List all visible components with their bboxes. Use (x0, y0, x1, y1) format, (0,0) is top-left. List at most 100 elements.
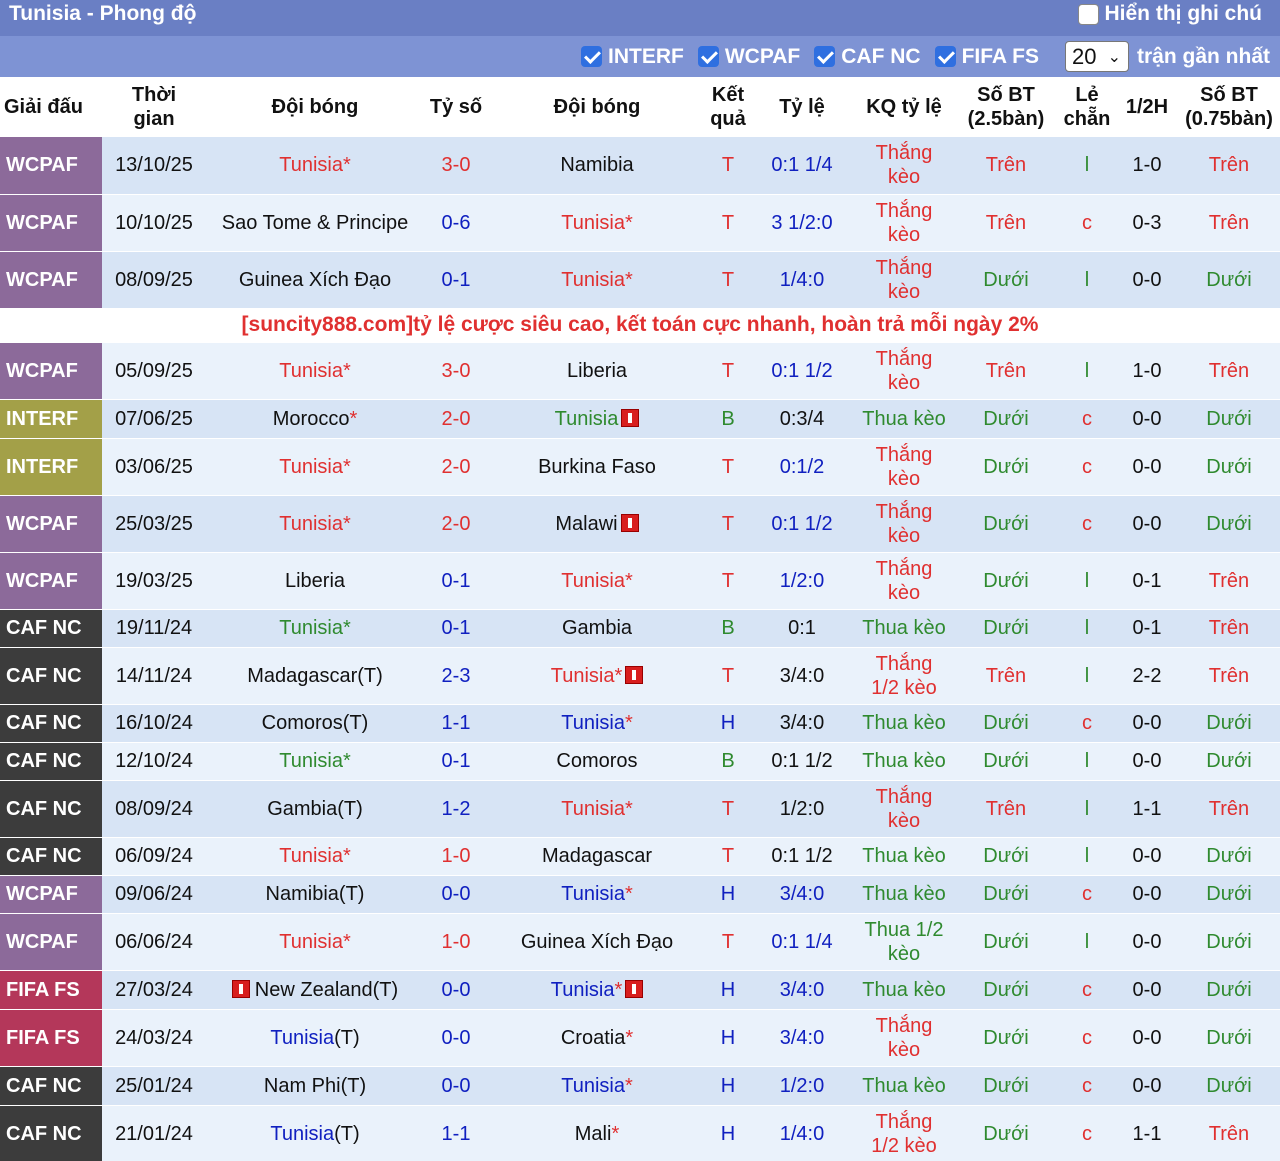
filter-fifa-fs-checkbox[interactable] (934, 46, 956, 67)
league-name[interactable]: CAF NC (6, 1123, 82, 1145)
odds-value[interactable]: 3/4:0 (780, 665, 824, 687)
promo-row[interactable]: [suncity888.com]tỷ lệ cược siêu cao, kết… (0, 308, 1280, 343)
league-name[interactable]: CAF NC (6, 1075, 82, 1097)
home-team[interactable]: Gambia(T) (267, 798, 363, 820)
home-team[interactable]: Liberia (285, 570, 345, 592)
score[interactable]: 0-1 (442, 617, 471, 639)
score[interactable]: 1-2 (442, 798, 471, 820)
away-team[interactable]: Madagascar (542, 845, 652, 867)
home-team[interactable]: Tunisia (279, 750, 343, 772)
odds-value[interactable]: 0:1 1/4 (771, 154, 832, 176)
promo-link[interactable]: [suncity888.com]tỷ lệ cược siêu cao, kết… (0, 308, 1280, 343)
odds-value[interactable]: 0:1 1/2 (771, 513, 832, 535)
score[interactable]: 0-1 (442, 570, 471, 592)
away-team[interactable]: Tunisia (561, 798, 625, 820)
score[interactable]: 0-1 (442, 269, 471, 291)
league-name[interactable]: CAF NC (6, 712, 82, 734)
odds-value[interactable]: 3 1/2:0 (771, 212, 832, 234)
odds-value[interactable]: 0:1/2 (780, 456, 824, 478)
table-row[interactable]: WCPAF 05/09/25 Tunisia* 3-0 Liberia T 0:1 1/2 T… (0, 342, 1280, 400)
home-team[interactable]: Nam Phi(T) (264, 1075, 366, 1097)
league-name[interactable]: CAF NC (6, 798, 82, 820)
odds-value[interactable]: 3/4:0 (780, 1027, 824, 1049)
league-name[interactable]: INTERF (6, 456, 78, 478)
league-name[interactable]: CAF NC (6, 665, 82, 687)
away-team[interactable]: Gambia (562, 617, 632, 639)
home-team[interactable]: Tunisia (270, 1027, 334, 1049)
odds-value[interactable]: 1/4:0 (780, 1123, 824, 1145)
odds-value[interactable]: 0:1 1/4 (771, 931, 832, 953)
home-team[interactable]: Morocco (273, 408, 350, 430)
odds-value[interactable]: 0:3/4 (780, 408, 824, 430)
home-team[interactable]: New Zealand(T) (255, 979, 398, 1001)
table-row[interactable]: WCPAF 09/06/24 Namibia(T) 0-0 Tunisia* H 3/4:0… (0, 875, 1280, 914)
odds-value[interactable]: 1/2:0 (780, 570, 824, 592)
home-team[interactable]: Tunisia (270, 1123, 334, 1145)
away-team[interactable]: Tunisia (555, 408, 619, 430)
score[interactable]: 0-0 (442, 979, 471, 1001)
score[interactable]: 3-0 (442, 360, 471, 382)
away-team[interactable]: Tunisia (561, 212, 625, 234)
away-team[interactable]: Comoros (556, 750, 637, 772)
table-row[interactable]: INTERF 07/06/25 Morocco* 2-0 Tunisia B 0:3/4 Th… (0, 399, 1280, 439)
league-name[interactable]: WCPAF (6, 883, 78, 905)
home-team[interactable]: Tunisia (279, 513, 343, 535)
table-row[interactable]: CAF NC 08/09/24 Gambia(T) 1-2 Tunisia* T 1/2:0… (0, 780, 1280, 838)
league-name[interactable]: FIFA FS (6, 1027, 80, 1049)
league-name[interactable]: WCPAF (6, 154, 78, 176)
away-team[interactable]: Malawi (555, 513, 617, 535)
filter-caf-nc[interactable]: CAF NC (814, 45, 921, 69)
home-team[interactable]: Tunisia (279, 456, 343, 478)
filter-wcpaf-checkbox[interactable] (697, 46, 719, 67)
table-row[interactable]: WCPAF 19/03/25 Liberia 0-1 Tunisia* T 1/2:0 Thắ… (0, 552, 1280, 610)
away-team[interactable]: Tunisia (561, 570, 625, 592)
away-team[interactable]: Tunisia (561, 1075, 625, 1097)
table-row[interactable]: CAF NC 14/11/24 Madagascar(T) 2-3 Tunisia* T 3… (0, 647, 1280, 705)
score[interactable]: 2-0 (442, 456, 471, 478)
score[interactable]: 0-0 (442, 883, 471, 905)
score[interactable]: 3-0 (442, 154, 471, 176)
score[interactable]: 1-0 (442, 845, 471, 867)
home-team[interactable]: Namibia(T) (266, 883, 365, 905)
league-name[interactable]: WCPAF (6, 269, 78, 291)
table-row[interactable]: CAF NC 21/01/24 Tunisia(T) 1-1 Mali* H 1/4:0 Th… (0, 1105, 1280, 1161)
score[interactable]: 1-0 (442, 931, 471, 953)
away-team[interactable]: Croatia (561, 1027, 625, 1049)
away-team[interactable]: Guinea Xích Đạo (521, 931, 673, 953)
odds-value[interactable]: 3/4:0 (780, 883, 824, 905)
filter-interf[interactable]: INTERF (581, 45, 684, 69)
odds-value[interactable]: 0:1 (788, 617, 816, 639)
league-name[interactable]: WCPAF (6, 570, 78, 592)
away-team[interactable]: Tunisia (551, 979, 615, 1001)
home-team[interactable]: Tunisia (279, 845, 343, 867)
score[interactable]: 0-0 (442, 1027, 471, 1049)
away-team[interactable]: Tunisia (551, 665, 615, 687)
filter-fifa-fs[interactable]: FIFA FS (934, 45, 1039, 69)
score[interactable]: 1-1 (442, 712, 471, 734)
table-row[interactable]: CAF NC 16/10/24 Comoros(T) 1-1 Tunisia* H 3/4:… (0, 704, 1280, 743)
show-notes-checkbox[interactable] (1077, 3, 1099, 25)
table-row[interactable]: WCPAF 10/10/25 Sao Tome & Principe 0-6 Tunis… (0, 194, 1280, 252)
score[interactable]: 0-6 (442, 212, 471, 234)
away-team[interactable]: Tunisia (561, 883, 625, 905)
odds-value[interactable]: 3/4:0 (780, 712, 824, 734)
odds-value[interactable]: 0:1 1/2 (771, 845, 832, 867)
recent-count-select[interactable]: 20 ⌄ (1064, 41, 1129, 72)
filter-wcpaf[interactable]: WCPAF (697, 45, 800, 69)
score[interactable]: 1-1 (442, 1123, 471, 1145)
home-team[interactable]: Tunisia (279, 360, 343, 382)
odds-value[interactable]: 1/2:0 (780, 798, 824, 820)
home-team[interactable]: Tunisia (279, 154, 343, 176)
table-row[interactable]: INTERF 03/06/25 Tunisia* 2-0 Burkina Faso T 0:… (0, 438, 1280, 496)
table-row[interactable]: CAF NC 19/11/24 Tunisia* 0-1 Gambia B 0:1 Thua … (0, 609, 1280, 648)
score[interactable]: 0-1 (442, 750, 471, 772)
league-name[interactable]: CAF NC (6, 750, 82, 772)
filter-caf-nc-checkbox[interactable] (814, 46, 836, 67)
away-team[interactable]: Liberia (567, 360, 627, 382)
odds-value[interactable]: 1/4:0 (780, 269, 824, 291)
league-name[interactable]: WCPAF (6, 513, 78, 535)
home-team[interactable]: Sao Tome & Principe (222, 212, 408, 234)
table-row[interactable]: WCPAF 08/09/25 Guinea Xích Đạo 0-1 Tunisia* T… (0, 251, 1280, 309)
home-team[interactable]: Tunisia (279, 931, 343, 953)
table-row[interactable]: WCPAF 13/10/25 Tunisia* 3-0 Namibia T 0:1 1/4 T… (0, 137, 1280, 195)
